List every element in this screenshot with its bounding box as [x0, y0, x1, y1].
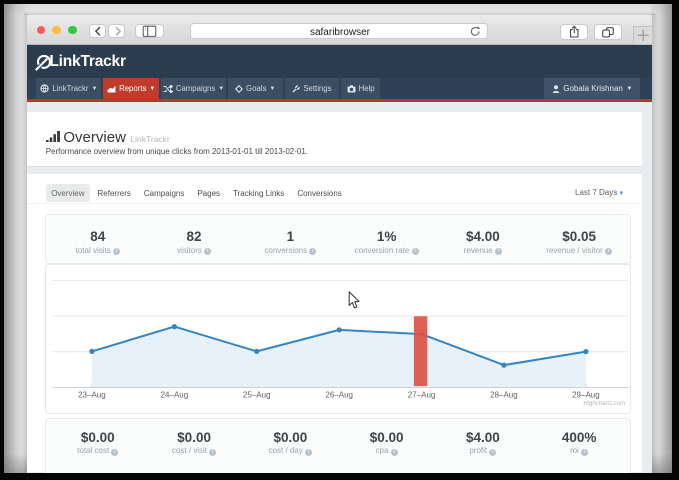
svg-text:28–Aug: 28–Aug: [490, 390, 518, 399]
svg-text:24–Aug: 24–Aug: [160, 390, 188, 399]
svg-text:25–Aug: 25–Aug: [242, 390, 270, 399]
svg-text:Highcharts.com: Highcharts.com: [583, 401, 625, 407]
svg-text:29–Aug: 29–Aug: [572, 390, 600, 399]
svg-text:27–Aug: 27–Aug: [407, 390, 435, 399]
svg-text:23–Aug: 23–Aug: [78, 390, 106, 399]
svg-text:26–Aug: 26–Aug: [325, 390, 353, 399]
